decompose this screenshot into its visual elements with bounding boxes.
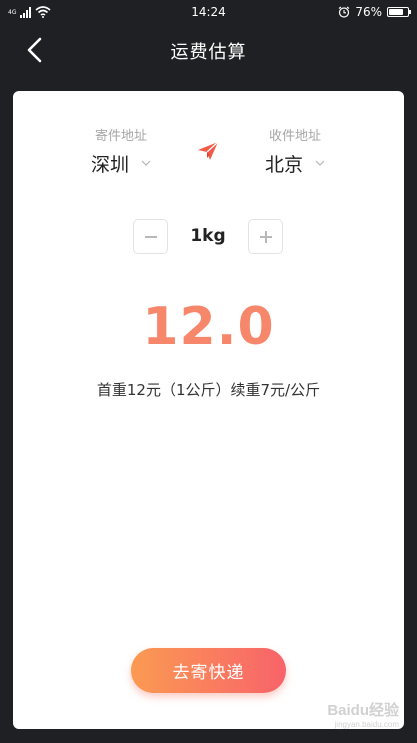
screen: 4G 14:24 76% 运费估算 寄件地址 深圳 收件地址 北京 1kg 12… (0, 0, 417, 743)
receiver-city-select[interactable]: 北京 (265, 150, 325, 177)
alarm-icon (338, 6, 350, 18)
sender-address: 寄件地址 深圳 (61, 125, 181, 177)
weight-stepper: 1kg (13, 219, 404, 255)
page-title: 运费估算 (170, 42, 247, 63)
watermark: Baidu经验 jingyan.baidu.com (327, 699, 399, 729)
battery-fill (389, 9, 403, 15)
rate-description: 首重12元（1公斤）续重7元/公斤 (96, 381, 321, 399)
status-bar: 4G 14:24 76% (0, 0, 417, 24)
receiver-city: 北京 (264, 154, 303, 176)
minus-icon (144, 235, 157, 238)
wifi-icon (35, 6, 51, 18)
decrease-weight-button[interactable] (133, 219, 168, 254)
battery-icon (387, 7, 411, 17)
chevron-down-icon (141, 160, 151, 166)
chevron-down-icon (315, 160, 325, 166)
status-time: 14:24 (191, 5, 226, 19)
sender-address-label: 寄件地址 (94, 129, 147, 144)
receiver-address-label: 收件地址 (268, 129, 321, 144)
network-type: 4G (8, 8, 17, 16)
sender-city: 深圳 (90, 154, 129, 176)
signal-icon (20, 6, 31, 18)
estimate-card: 寄件地址 深圳 收件地址 北京 1kg 12.0 首重12元（1公斤）续重7元/… (13, 91, 404, 729)
status-left: 4G (8, 6, 51, 18)
send-express-button[interactable]: 去寄快递 (131, 648, 286, 693)
nav-bar: 运费估算 (0, 24, 417, 76)
sender-city-select[interactable]: 深圳 (91, 150, 151, 177)
increase-weight-button[interactable] (248, 219, 283, 254)
battery-percent: 76% (355, 5, 382, 19)
watermark-url: jingyan.baidu.com (334, 720, 399, 729)
paper-plane-icon (198, 141, 219, 160)
watermark-brand: Baidu经验 (327, 702, 399, 719)
weight-value: 1kg (190, 226, 226, 246)
plus-icon (259, 230, 272, 243)
receiver-address: 收件地址 北京 (235, 125, 355, 177)
status-right: 76% (338, 5, 411, 19)
estimated-price: 12.0 (142, 297, 275, 357)
